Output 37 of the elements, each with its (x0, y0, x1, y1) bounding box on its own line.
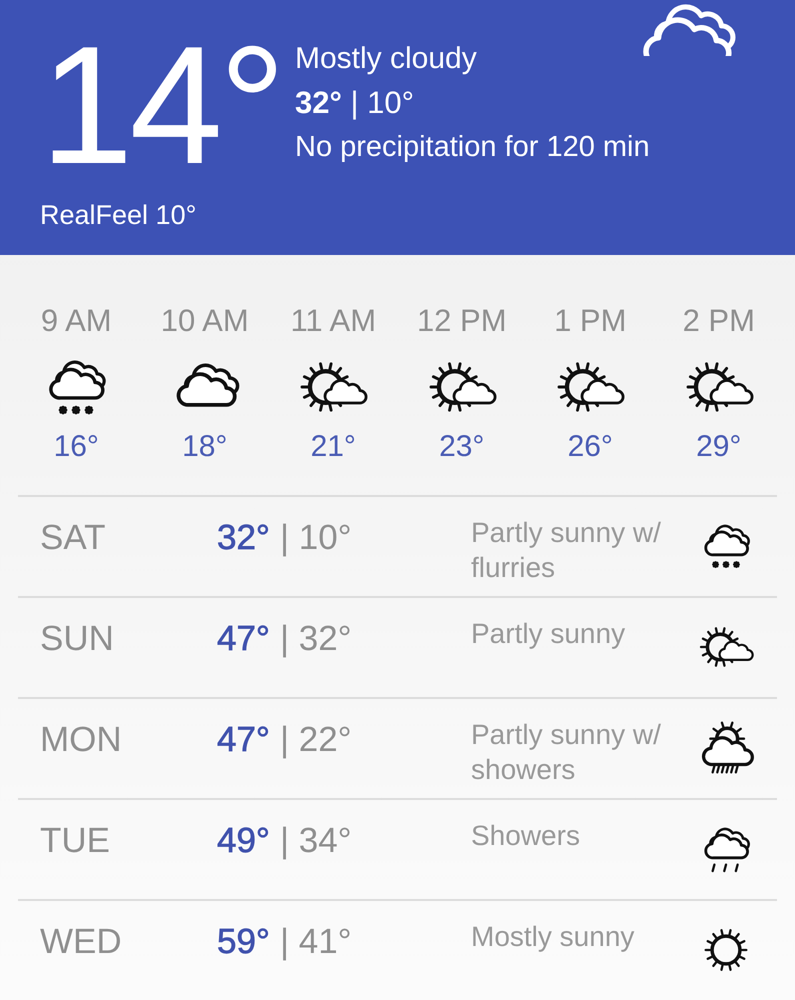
low-temperature: | 41° (280, 921, 352, 963)
day-label: WED (40, 921, 123, 963)
realfeel-text: RealFeel 10° (40, 200, 196, 231)
day-label: SUN (40, 618, 115, 660)
hour-label: 12 PM (416, 302, 507, 340)
current-temperature: 14° (40, 30, 284, 180)
hour-temperature: 21° (310, 429, 356, 465)
hour-label: 9 AM (40, 302, 112, 340)
hour-temperature: 16° (54, 429, 99, 465)
precipitation-text: No precipitation for 120 min (295, 130, 650, 165)
high-low-text: 32° | 10° (295, 84, 416, 122)
hour-label: 11 AM (290, 302, 376, 340)
day-condition: Partly sunny (471, 617, 626, 651)
low-temperature: | 10° (280, 517, 352, 559)
day-condition: Partly sunny w/ flurries (471, 516, 662, 585)
day-condition: Partly sunny w/ showers (471, 718, 662, 787)
low-temperature: | 22° (280, 719, 352, 761)
day-condition: Showers (471, 819, 581, 853)
hour-temperature: 26° (568, 429, 613, 465)
hour-label: 1 PM (554, 302, 626, 340)
high-temperature: 32° (217, 517, 270, 559)
hour-temperature: 18° (182, 429, 228, 465)
condition-text: Mostly cloudy (295, 41, 478, 77)
high-temperature: 49° (217, 820, 270, 862)
high-temperature: 59° (217, 921, 270, 963)
day-label: SAT (40, 517, 106, 559)
high-temperature: 47° (217, 719, 270, 761)
low-temperature: | 34° (280, 820, 352, 862)
day-label: MON (40, 719, 123, 761)
day-label: TUE (40, 820, 111, 862)
day-condition: Mostly sunny (471, 920, 636, 954)
hour-label: 10 AM (160, 302, 249, 340)
low-temperature: | 32° (280, 618, 352, 660)
hour-temperature: 29° (696, 429, 742, 465)
hour-temperature: 23° (439, 429, 484, 465)
high-temperature: 47° (217, 618, 270, 660)
hour-label: 2 PM (682, 302, 755, 340)
